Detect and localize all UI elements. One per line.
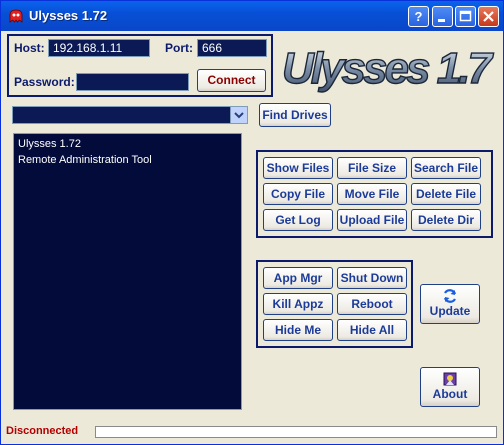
help-icon: ?: [414, 9, 423, 24]
get-log-button[interactable]: Get Log: [263, 209, 333, 231]
port-input[interactable]: 666: [197, 39, 267, 57]
main-window: Ulysses 1.72 ? Host: 192.168.1.11 Port: …: [0, 0, 504, 445]
reboot-button[interactable]: Reboot: [337, 293, 407, 315]
drive-select-value: [13, 109, 16, 121]
close-icon: [483, 11, 494, 22]
client-area: Host: 192.168.1.11 Port: 666 Password: C…: [4, 31, 500, 441]
connect-button[interactable]: Connect: [197, 69, 266, 92]
maximize-button[interactable]: [455, 6, 476, 27]
upload-file-button[interactable]: Upload File: [337, 209, 407, 231]
app-icon: [9, 9, 23, 23]
about-label: About: [432, 387, 468, 401]
connection-status: Disconnected: [6, 425, 79, 437]
delete-file-button[interactable]: Delete File: [411, 183, 481, 205]
update-label: Update: [429, 304, 471, 318]
about-icon: [443, 372, 457, 386]
minimize-button[interactable]: [432, 6, 453, 27]
port-label: Port:: [165, 41, 193, 55]
delete-dir-button[interactable]: Delete Dir: [411, 209, 481, 231]
password-label: Password:: [14, 75, 75, 89]
refresh-icon: [443, 289, 457, 303]
drive-select[interactable]: [12, 106, 248, 124]
status-bar: Disconnected: [4, 425, 500, 441]
chevron-down-icon: [234, 112, 244, 119]
app-mgr-button[interactable]: App Mgr: [263, 267, 333, 289]
search-file-button[interactable]: Search File: [411, 157, 481, 179]
file-size-button[interactable]: File Size: [337, 157, 407, 179]
help-button[interactable]: ?: [408, 6, 429, 27]
output-log[interactable]: Ulysses 1.72 Remote Administration Tool: [13, 133, 242, 410]
host-label: Host:: [14, 41, 45, 55]
update-button[interactable]: Update: [420, 284, 480, 324]
about-button[interactable]: About: [420, 367, 480, 407]
ulysses-logo: Ulysses 1.7: [281, 43, 495, 93]
host-input[interactable]: 192.168.1.11: [48, 39, 150, 57]
minimize-icon: [438, 19, 445, 22]
logo-text: Ulysses 1.7: [282, 44, 495, 93]
shut-down-button[interactable]: Shut Down: [337, 267, 407, 289]
close-button[interactable]: [478, 6, 499, 27]
maximize-icon: [459, 10, 472, 22]
output-line: Remote Administration Tool: [18, 154, 152, 166]
kill-appz-button[interactable]: Kill Appz: [263, 293, 333, 315]
window-title: Ulysses 1.72: [29, 8, 108, 23]
password-input[interactable]: [76, 73, 189, 91]
dropdown-arrow[interactable]: [230, 107, 247, 123]
copy-file-button[interactable]: Copy File: [263, 183, 333, 205]
show-files-button[interactable]: Show Files: [263, 157, 333, 179]
hide-me-button[interactable]: Hide Me: [263, 319, 333, 341]
title-bar[interactable]: Ulysses 1.72 ?: [1, 1, 503, 31]
output-line: Ulysses 1.72: [18, 138, 81, 150]
move-file-button[interactable]: Move File: [337, 183, 407, 205]
progress-bar: [95, 426, 497, 438]
hide-all-button[interactable]: Hide All: [337, 319, 407, 341]
find-drives-button[interactable]: Find Drives: [259, 103, 331, 127]
